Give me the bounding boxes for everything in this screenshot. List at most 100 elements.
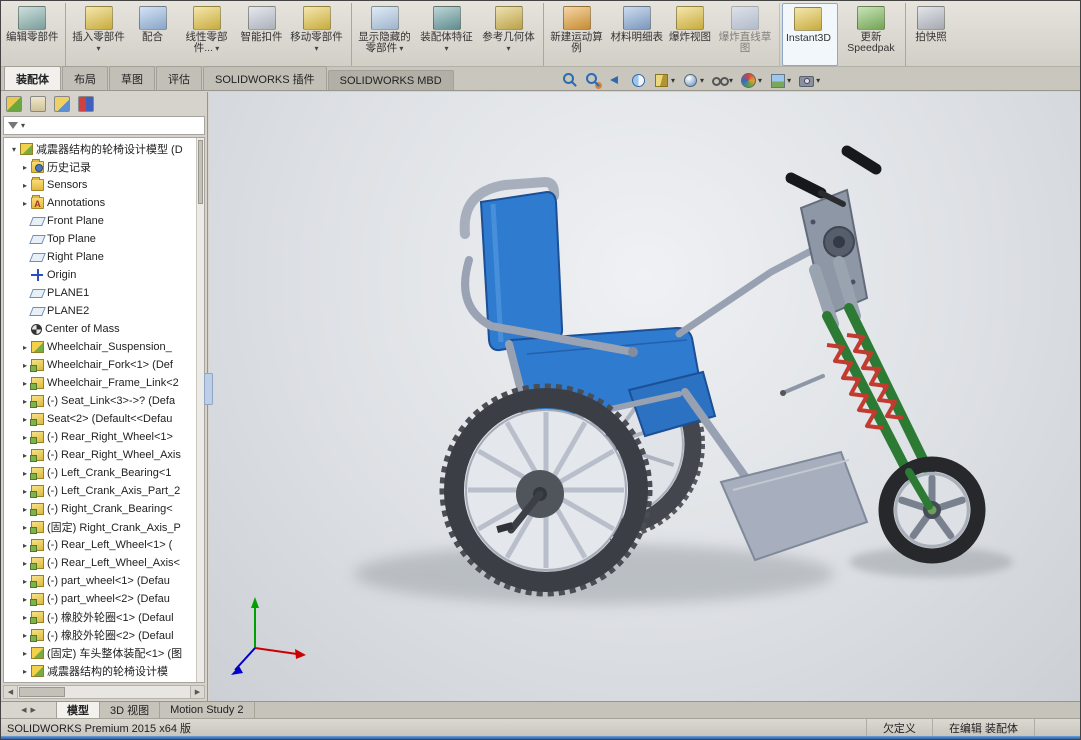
- tree-expand-icon[interactable]: [20, 541, 30, 550]
- ribbon-button[interactable]: 拍快照: [908, 3, 954, 66]
- view-tool[interactable]: [584, 72, 600, 88]
- tree-item[interactable]: (-) part_wheel<1> (Defau: [4, 572, 204, 590]
- handlebar[interactable]: [785, 145, 882, 207]
- graphics-area[interactable]: [209, 92, 1080, 701]
- tree-expand-icon[interactable]: [20, 199, 30, 208]
- command-tab[interactable]: SOLIDWORKS 插件: [203, 66, 327, 90]
- tree-expand-icon[interactable]: [9, 145, 19, 154]
- document-tab[interactable]: 3D 视图: [100, 702, 161, 718]
- tree-item[interactable]: (固定) 车头整体装配<1> (图: [4, 644, 204, 662]
- tree-expand-icon[interactable]: [20, 613, 30, 622]
- view-tool[interactable]: [630, 72, 646, 88]
- tree-expand-icon[interactable]: [20, 559, 30, 568]
- document-tab[interactable]: Motion Study 2: [160, 702, 255, 718]
- document-tab[interactable]: 模型: [57, 702, 100, 718]
- panel-tab[interactable]: [54, 96, 70, 112]
- tree-expand-icon[interactable]: [20, 649, 30, 658]
- tab-scroll-left-icon[interactable]: ◀: [21, 706, 26, 714]
- tree-expand-icon[interactable]: [20, 343, 30, 352]
- tree-expand-icon[interactable]: [20, 487, 30, 496]
- tree-item[interactable]: PLANE2: [4, 302, 204, 320]
- tree-expand-icon[interactable]: [20, 163, 30, 172]
- scroll-right-icon[interactable]: ▶: [190, 686, 204, 698]
- tree-item[interactable]: 减震器结构的轮椅设计模型 (D: [4, 140, 204, 158]
- ribbon-button[interactable]: 显示隐藏的零部件: [354, 3, 416, 66]
- view-tool[interactable]: [561, 72, 577, 88]
- tree-expand-icon[interactable]: [20, 181, 30, 190]
- ribbon-button[interactable]: 线性零部件...: [176, 3, 238, 66]
- tree-item[interactable]: Right Plane: [4, 248, 204, 266]
- tree-item[interactable]: (-) Rear_Left_Wheel<1> (: [4, 536, 204, 554]
- tree-expand-icon[interactable]: [20, 505, 30, 514]
- ribbon-button[interactable]: 编辑零部件: [3, 3, 66, 66]
- view-tool[interactable]: [711, 72, 733, 88]
- ribbon-button[interactable]: 移动零部件: [286, 3, 352, 66]
- tree-item[interactable]: Seat<2> (Default<<Defau: [4, 410, 204, 428]
- ribbon-button[interactable]: 新建运动算例: [546, 3, 608, 66]
- command-tab[interactable]: SOLIDWORKS MBD: [327, 70, 454, 90]
- tree-item[interactable]: PLANE1: [4, 284, 204, 302]
- tree-expand-icon[interactable]: [20, 415, 30, 424]
- ribbon-button[interactable]: Instant3D: [782, 3, 838, 66]
- tree-item[interactable]: Wheelchair_Fork<1> (Def: [4, 356, 204, 374]
- tree-item[interactable]: Sensors: [4, 176, 204, 194]
- panel-tab[interactable]: [6, 96, 22, 112]
- tree-vscroll-thumb[interactable]: [198, 140, 203, 204]
- tree-item[interactable]: Origin: [4, 266, 204, 284]
- command-tab[interactable]: 布局: [62, 66, 108, 90]
- filter-caret-icon[interactable]: ▾: [21, 121, 25, 130]
- tree-expand-icon[interactable]: [20, 667, 30, 676]
- tree-item[interactable]: Wheelchair_Frame_Link<2: [4, 374, 204, 392]
- front-wheel[interactable]: [878, 456, 986, 564]
- tree-item[interactable]: (-) part_wheel<2> (Defau: [4, 590, 204, 608]
- ribbon-button[interactable]: 装配体特征: [416, 3, 478, 66]
- rear-left-wheel[interactable]: [439, 383, 653, 597]
- front-fork-assembly[interactable]: [767, 145, 945, 507]
- tree-item[interactable]: Annotations: [4, 194, 204, 212]
- tree-item[interactable]: Center of Mass: [4, 320, 204, 338]
- command-tab[interactable]: 草图: [109, 66, 155, 90]
- tree-item[interactable]: (固定) Right_Crank_Axis_P: [4, 518, 204, 536]
- tree-expand-icon[interactable]: [20, 433, 30, 442]
- tree-expand-icon[interactable]: [20, 397, 30, 406]
- ribbon-button[interactable]: 材料明细表: [608, 3, 667, 66]
- tree-item[interactable]: (-) Right_Crank_Bearing<: [4, 500, 204, 518]
- ribbon-button[interactable]: 插入零部件: [68, 3, 130, 66]
- tree-item[interactable]: (-) Rear_Right_Wheel_Axis: [4, 446, 204, 464]
- tree-item[interactable]: Front Plane: [4, 212, 204, 230]
- ribbon-button[interactable]: 更新 Speedpak: [840, 3, 906, 66]
- tree-item[interactable]: 减震器结构的轮椅设计模: [4, 662, 204, 680]
- tree-expand-icon[interactable]: [20, 379, 30, 388]
- tab-scroll-controls[interactable]: ◀ ▶: [1, 702, 57, 718]
- tree-expand-icon[interactable]: [20, 451, 30, 460]
- tree-item[interactable]: (-) 橡胶外轮圈<1> (Defaul: [4, 608, 204, 626]
- tree-item[interactable]: (-) 橡胶外轮圈<2> (Defaul: [4, 626, 204, 644]
- view-tool[interactable]: [798, 72, 820, 88]
- tree-item[interactable]: (-) Seat_Link<3>->? (Defa: [4, 392, 204, 410]
- view-tool[interactable]: [682, 72, 704, 88]
- tree-item[interactable]: Wheelchair_Suspension_: [4, 338, 204, 356]
- ribbon-button[interactable]: 爆炸视图: [666, 3, 714, 66]
- ribbon-button[interactable]: 智能扣件: [238, 3, 286, 66]
- tree-horizontal-scrollbar[interactable]: ◀ ▶: [3, 685, 205, 699]
- tree-expand-icon[interactable]: [20, 469, 30, 478]
- scroll-left-icon[interactable]: ◀: [4, 686, 18, 698]
- ribbon-button[interactable]: 配合: [130, 3, 176, 66]
- view-tool[interactable]: [653, 72, 675, 88]
- panel-tab[interactable]: [78, 96, 94, 112]
- tree-item[interactable]: (-) Rear_Right_Wheel<1>: [4, 428, 204, 446]
- tree-vertical-scrollbar[interactable]: [196, 138, 204, 682]
- panel-splitter[interactable]: [204, 373, 213, 405]
- view-tool[interactable]: [740, 72, 762, 88]
- tree-item[interactable]: 历史记录: [4, 158, 204, 176]
- ribbon-button[interactable]: 参考几何体: [478, 3, 544, 66]
- tree-expand-icon[interactable]: [20, 595, 30, 604]
- view-tool[interactable]: [607, 72, 623, 88]
- tree-filter-bar[interactable]: ▾: [3, 116, 205, 135]
- command-tab[interactable]: 装配体: [4, 66, 61, 90]
- tree-item[interactable]: Top Plane: [4, 230, 204, 248]
- tree-expand-icon[interactable]: [20, 577, 30, 586]
- tree-expand-icon[interactable]: [20, 523, 30, 532]
- tab-scroll-right-icon[interactable]: ▶: [31, 706, 36, 714]
- panel-tab[interactable]: [30, 96, 46, 112]
